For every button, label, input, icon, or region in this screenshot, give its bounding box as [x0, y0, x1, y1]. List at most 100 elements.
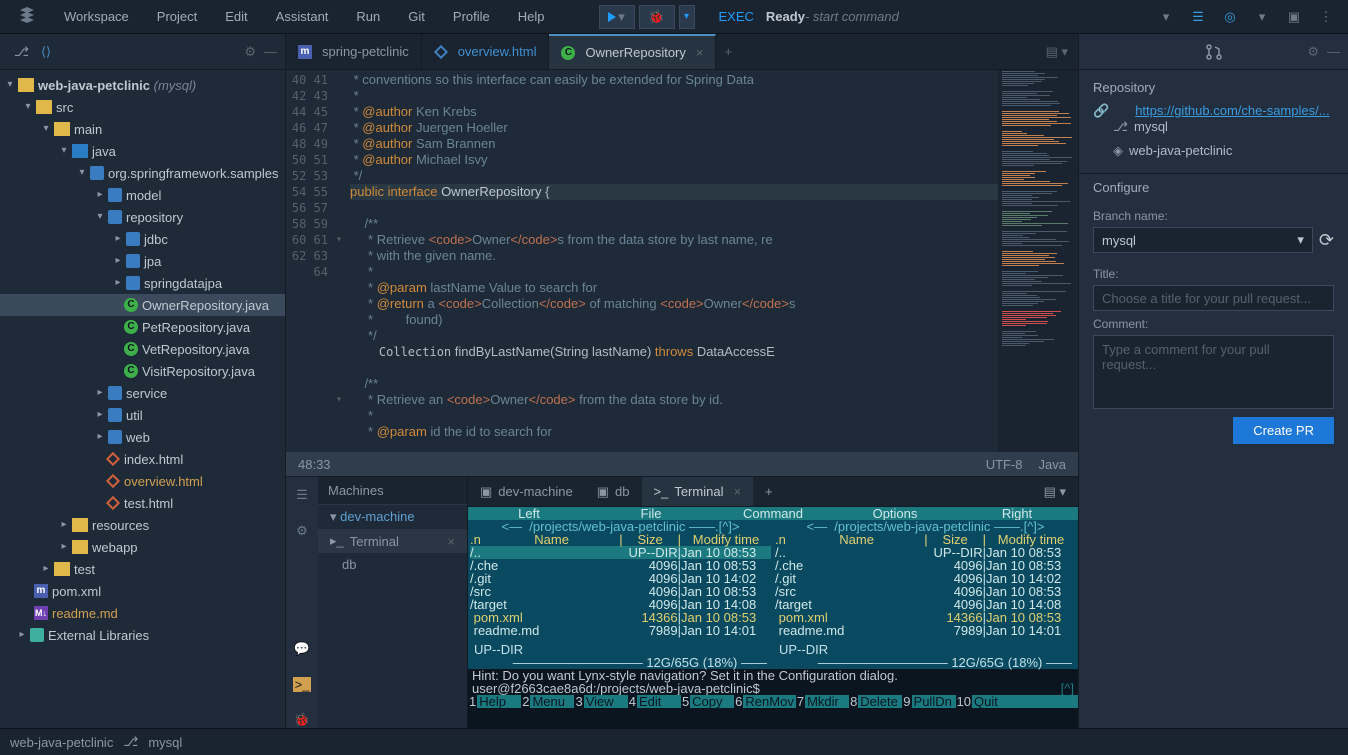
tree-web[interactable]: ▸web: [0, 426, 285, 448]
menubar: Workspace Project Edit Assistant Run Git…: [0, 0, 1348, 34]
tree-root[interactable]: ▾web-java-petclinic (mysql): [0, 74, 285, 96]
create-pr-button[interactable]: Create PR: [1233, 417, 1334, 444]
toolbar-target-icon[interactable]: ◎: [1216, 5, 1244, 29]
tree-overview[interactable]: overview.html: [0, 470, 285, 492]
status-project: web-java-petclinic: [10, 735, 113, 750]
rp-min-icon[interactable]: —: [1327, 44, 1340, 60]
tree-pkg[interactable]: ▾org.springframework.samples: [0, 162, 285, 184]
branch-select[interactable]: mysql▾: [1093, 227, 1313, 253]
tree-util[interactable]: ▸util: [0, 404, 285, 426]
tree-testhtml[interactable]: test.html: [0, 492, 285, 514]
machine-db[interactable]: db: [318, 553, 467, 576]
menu-workspace[interactable]: Workspace: [50, 0, 143, 33]
exec-label: EXEC: [719, 9, 754, 24]
bottom-tab-db[interactable]: ▣db: [585, 477, 642, 506]
minimap[interactable]: [998, 70, 1078, 452]
debug-dropdown[interactable]: ▾: [679, 5, 695, 29]
panel-terminal-icon[interactable]: >_: [293, 677, 312, 692]
tree-owner-repo[interactable]: COwnerRepository.java: [0, 294, 285, 316]
debug-button[interactable]: 🐞: [639, 5, 675, 29]
tree-nav-icon[interactable]: ⟨⟩: [41, 44, 51, 60]
tab-add[interactable]: +: [716, 34, 740, 69]
branch-item: ⎇mysql: [1113, 119, 1334, 135]
line-gutter: 40 41 42 43 44 45 46 47 48 49 50 51 52 5…: [286, 70, 336, 452]
toolbar-more-icon[interactable]: ⋮: [1312, 5, 1340, 29]
toolbar-list-icon[interactable]: ☰: [1184, 5, 1212, 29]
bottom-tab-terminal[interactable]: >_Terminal×: [642, 477, 754, 506]
tab-owner-repository[interactable]: COwnerRepository×: [549, 34, 716, 69]
pull-request-panel: ⚙— Repository 🔗https://github.com/che-sa…: [1078, 34, 1348, 728]
terminal[interactable]: LeftFileCommandOptionsRight <— /projects…: [468, 507, 1078, 728]
language: Java: [1039, 457, 1066, 472]
tree-vet-repo[interactable]: CVetRepository.java: [0, 338, 285, 360]
tree-ext-lib[interactable]: ▸External Libraries: [0, 624, 285, 646]
tree-gear-icon[interactable]: ⚙: [244, 44, 256, 60]
code-editor[interactable]: 40 41 42 43 44 45 46 47 48 49 50 51 52 5…: [286, 70, 1078, 452]
status-ready: Ready: [766, 9, 805, 24]
bottom-tab-more[interactable]: ▤ ▾: [1032, 477, 1078, 506]
toolbar-collapse-icon[interactable]: ▾: [1248, 5, 1276, 29]
statusbar: web-java-petclinic ⎇ mysql: [0, 728, 1348, 755]
comment-textarea[interactable]: [1093, 335, 1334, 409]
configure-section: Configure: [1093, 180, 1334, 195]
title-input[interactable]: [1093, 285, 1334, 311]
tree-springdatajpa[interactable]: ▸springdatajpa: [0, 272, 285, 294]
tree-branch-icon[interactable]: ⎇: [14, 44, 29, 60]
tree-src[interactable]: ▾src: [0, 96, 285, 118]
panel-gear-icon[interactable]: ⚙: [296, 523, 308, 539]
bottom-panel: ☰ ⚙ 💬 >_ 🐞 Machines ▾ dev-machine ▸_Term…: [286, 476, 1078, 728]
comment-label: Comment:: [1093, 317, 1334, 331]
tree-model[interactable]: ▸model: [0, 184, 285, 206]
tree-main[interactable]: ▾main: [0, 118, 285, 140]
tree-min-icon[interactable]: —: [264, 44, 277, 60]
branch-icon: ⎇: [123, 734, 138, 750]
run-button[interactable]: ▾: [599, 5, 635, 29]
split-icon[interactable]: ▤ ▾: [1046, 44, 1068, 60]
project-explorer: ⎇ ⟨⟩ ⚙ — ▾web-java-petclinic (mysql) ▾sr…: [0, 34, 286, 728]
status-branch: mysql: [148, 735, 182, 750]
tree[interactable]: ▾web-java-petclinic (mysql) ▾src ▾main ▾…: [0, 70, 285, 728]
refresh-icon[interactable]: ⟳: [1319, 227, 1334, 253]
toolbar-layout-icon[interactable]: ▣: [1280, 5, 1308, 29]
menu-git[interactable]: Git: [394, 0, 439, 33]
tree-pet-repo[interactable]: CPetRepository.java: [0, 316, 285, 338]
tree-service[interactable]: ▸service: [0, 382, 285, 404]
menu-profile[interactable]: Profile: [439, 0, 504, 33]
tree-test[interactable]: ▸test: [0, 558, 285, 580]
app-logo-icon: [18, 6, 40, 28]
repo-link[interactable]: https://github.com/che-samples/...: [1135, 103, 1329, 118]
encoding: UTF-8: [986, 457, 1023, 472]
panel-list-icon[interactable]: ☰: [296, 487, 308, 503]
tree-jdbc[interactable]: ▸jdbc: [0, 228, 285, 250]
machine-dev[interactable]: ▾ dev-machine: [318, 505, 467, 529]
menu-run[interactable]: Run: [342, 0, 394, 33]
tree-pom[interactable]: mpom.xml: [0, 580, 285, 602]
close-icon[interactable]: ×: [696, 45, 704, 60]
tree-repository[interactable]: ▾repository: [0, 206, 285, 228]
machine-terminal[interactable]: ▸_Terminal×: [318, 529, 467, 553]
bottom-tab-add[interactable]: +: [753, 477, 785, 506]
menu-edit[interactable]: Edit: [211, 0, 261, 33]
tree-index[interactable]: index.html: [0, 448, 285, 470]
menu-help[interactable]: Help: [504, 0, 559, 33]
tree-jpa[interactable]: ▸jpa: [0, 250, 285, 272]
tree-resources[interactable]: ▸resources: [0, 514, 285, 536]
tree-visit-repo[interactable]: CVisitRepository.java: [0, 360, 285, 382]
rp-gear-icon[interactable]: ⚙: [1307, 44, 1319, 60]
editor-status: 48:33 UTF-8Java: [286, 452, 1078, 476]
tab-spring-petclinic[interactable]: mspring-petclinic: [286, 34, 422, 69]
toolbar-dropdown-icon[interactable]: ▾: [1152, 5, 1180, 29]
bottom-tab-dev[interactable]: ▣dev-machine: [468, 477, 585, 506]
panel-bug-icon[interactable]: 🐞: [294, 712, 310, 728]
tree-readme[interactable]: M↓readme.md: [0, 602, 285, 624]
tree-webapp[interactable]: ▸webapp: [0, 536, 285, 558]
tree-java[interactable]: ▾java: [0, 140, 285, 162]
title-label: Title:: [1093, 267, 1334, 281]
panel-chat-icon[interactable]: 💬: [294, 641, 310, 657]
editor-tabbar: mspring-petclinic overview.html COwnerRe…: [286, 34, 1078, 70]
menu-assistant[interactable]: Assistant: [262, 0, 343, 33]
repository-section: Repository: [1093, 80, 1334, 95]
menu-project[interactable]: Project: [143, 0, 211, 33]
branch-label: Branch name:: [1093, 209, 1334, 223]
tab-overview[interactable]: overview.html: [422, 34, 550, 69]
